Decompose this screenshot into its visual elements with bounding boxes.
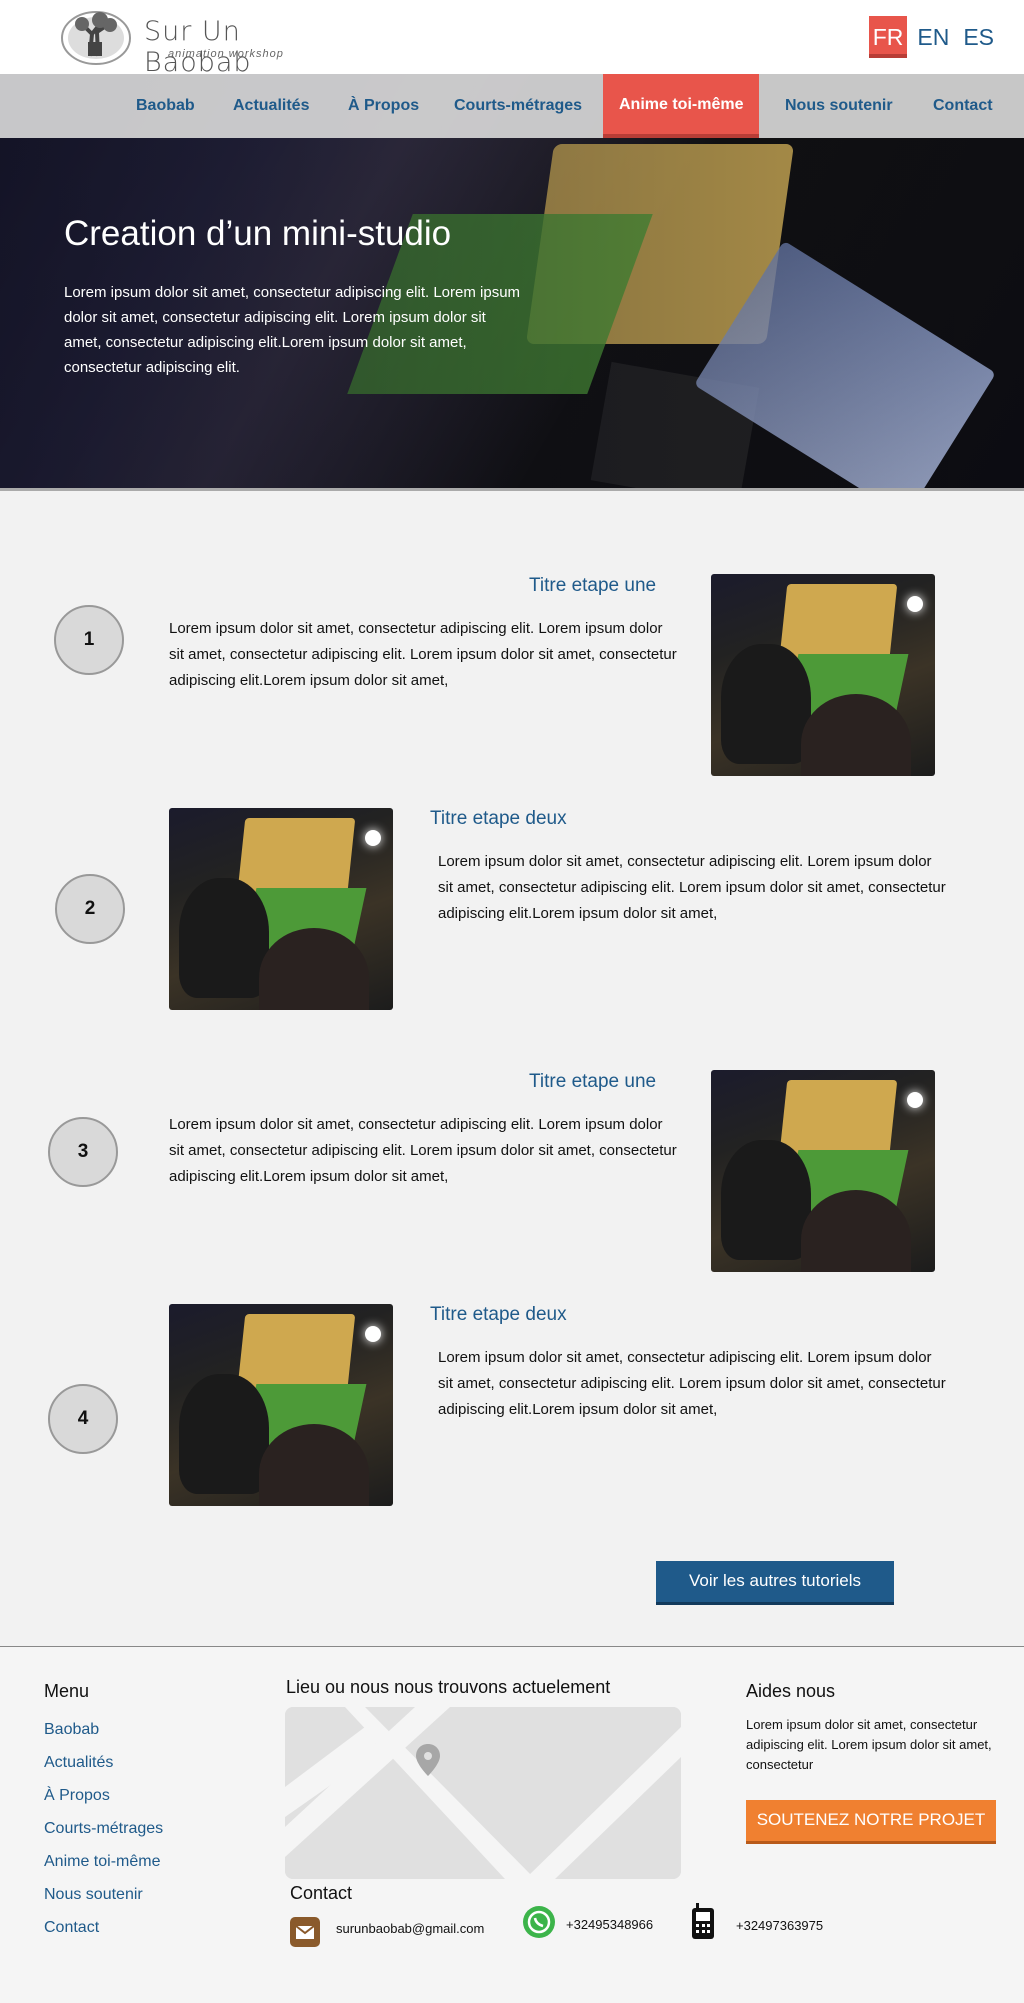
step-text-4: Lorem ipsum dolor sit amet, consectetur …: [438, 1349, 946, 1418]
contact-email[interactable]: surunbaobab@gmail.com: [290, 1917, 484, 1947]
step-photo-4: [169, 1304, 393, 1506]
step-photo-1: [711, 574, 935, 776]
hero-text: Lorem ipsum dolor sit amet, consectetur …: [64, 284, 521, 376]
language-switcher: FR EN ES: [868, 16, 998, 58]
nav-courts-metrages[interactable]: Courts-métrages: [454, 74, 582, 138]
footer-location-title: Lieu ou nous nous trouvons actuelement: [286, 1677, 611, 1697]
hero-banner: Baobab Actualités À Propos Courts-métrag…: [0, 74, 1024, 491]
footer-menu-title: Menu: [44, 1681, 90, 1701]
baobab-logo-icon: [61, 11, 131, 65]
nav-baobab[interactable]: Baobab: [136, 74, 195, 138]
footer-link-contact[interactable]: Contact: [44, 1917, 163, 1950]
step-number-2: 2: [55, 874, 125, 944]
main-nav: Baobab Actualités À Propos Courts-métrag…: [0, 74, 1024, 138]
location-map[interactable]: [285, 1707, 681, 1879]
step-text-3: Lorem ipsum dolor sit amet, consectetur …: [169, 1116, 677, 1185]
top-bar: Sur Un Baobab animation workshop FR EN E…: [0, 0, 1024, 78]
footer: Menu Baobab Actualités À Propos Courts-m…: [0, 1647, 1024, 2003]
whatsapp-icon: [523, 1906, 555, 1938]
site-logo[interactable]: Sur Un Baobab animation workshop: [60, 6, 300, 78]
step-title-2: Titre etape deux: [430, 808, 567, 829]
step-title-4: Titre etape deux: [430, 1304, 567, 1325]
footer-contact-title: Contact: [290, 1883, 353, 1903]
logo-title: Sur Un Baobab: [144, 16, 252, 78]
step-text-1: Lorem ipsum dolor sit amet, consectetur …: [169, 620, 677, 689]
step-title-1: Titre etape une: [529, 575, 657, 596]
footer-link-anime-toi-meme[interactable]: Anime toi-même: [44, 1851, 163, 1884]
footer-link-nous-soutenir[interactable]: Nous soutenir: [44, 1884, 163, 1917]
contact-whatsapp-text: +32495348966: [566, 1916, 654, 1932]
nav-actualites[interactable]: Actualités: [233, 74, 309, 138]
footer-help-text: Lorem ipsum dolor sit amet, consectetur …: [746, 1717, 992, 1772]
nav-contact[interactable]: Contact: [933, 74, 993, 138]
contact-email-text: surunbaobab@gmail.com: [336, 1920, 485, 1936]
step-title-3: Titre etape une: [529, 1071, 657, 1092]
step-text-2: Lorem ipsum dolor sit amet, consectetur …: [438, 853, 946, 922]
nav-a-propos[interactable]: À Propos: [348, 74, 419, 138]
logo-subtitle: animation workshop: [168, 48, 284, 60]
mobile-phone-icon: [692, 1903, 714, 1939]
step-number-4: 4: [48, 1384, 118, 1454]
lang-fr[interactable]: FR: [868, 16, 908, 58]
contact-whatsapp[interactable]: +32495348966: [522, 1905, 653, 1939]
footer-help-title: Aides nous: [746, 1681, 836, 1701]
nav-anime-toi-meme[interactable]: Anime toi-même: [603, 74, 760, 138]
footer-menu: Baobab Actualités À Propos Courts-métrag…: [44, 1719, 163, 1950]
more-tutorials-button[interactable]: Voir les autres tutoriels: [656, 1561, 894, 1605]
footer-link-baobab[interactable]: Baobab: [44, 1719, 163, 1752]
footer-link-a-propos[interactable]: À Propos: [44, 1785, 163, 1818]
step-number-3: 3: [48, 1117, 118, 1187]
step-number-1: 1: [54, 605, 124, 675]
step-photo-2: [169, 808, 393, 1010]
hero-title: Creation d’un mini-studio: [64, 214, 452, 253]
contact-phone[interactable]: +32497363975: [692, 1903, 823, 1939]
lang-en[interactable]: EN: [913, 16, 953, 58]
footer-link-courts-metrages[interactable]: Courts-métrages: [44, 1818, 163, 1851]
contact-phone-text: +32497363975: [736, 1917, 824, 1933]
lang-es[interactable]: ES: [959, 16, 998, 58]
support-project-button[interactable]: SOUTENEZ NOTRE PROJET: [746, 1800, 996, 1844]
nav-nous-soutenir[interactable]: Nous soutenir: [785, 74, 893, 138]
envelope-icon: [290, 1917, 320, 1947]
map-pin-icon: [416, 1744, 440, 1776]
step-photo-3: [711, 1070, 935, 1272]
footer-link-actualites[interactable]: Actualités: [44, 1752, 163, 1785]
